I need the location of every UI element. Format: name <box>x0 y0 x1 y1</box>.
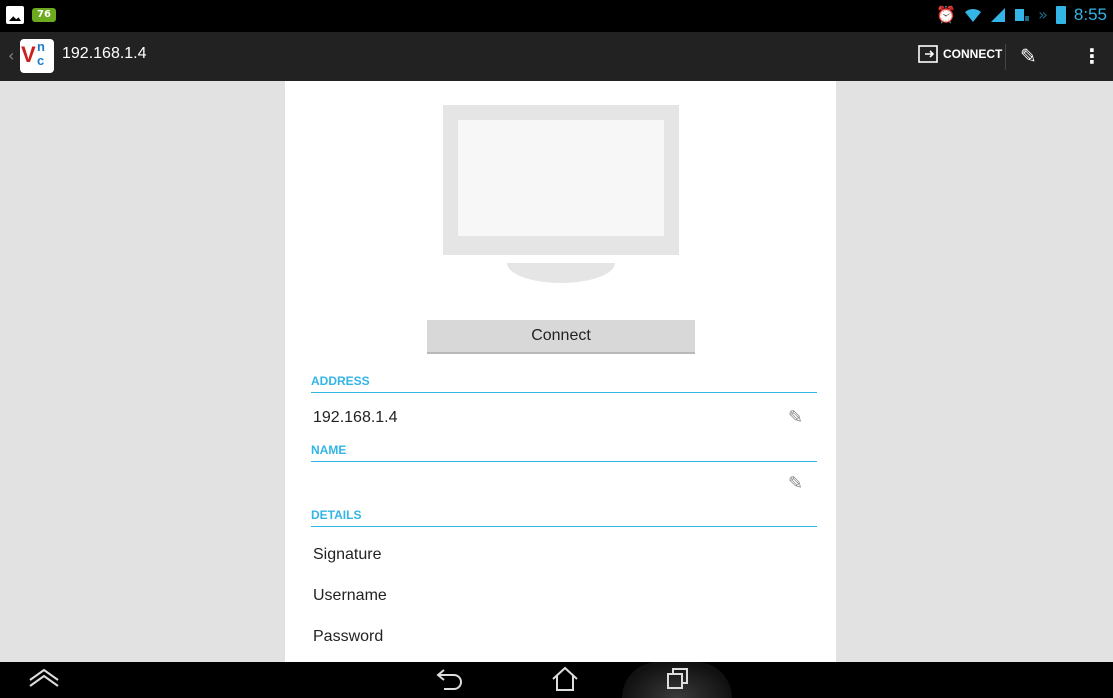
back-caret-icon[interactable]: ‹ <box>8 46 14 65</box>
image-icon <box>6 6 24 24</box>
clock: 8:55 <box>1073 5 1107 24</box>
action-bar-title: 192.168.1.4 <box>62 45 147 62</box>
notification-badge: 76 <box>32 8 56 22</box>
address-header: ADDRESS <box>311 374 817 393</box>
edit-pencil-icon[interactable]: ✎ <box>1020 44 1037 68</box>
detail-signature[interactable]: Signature <box>313 546 382 564</box>
alarm-icon: ⏰ <box>936 5 957 24</box>
action-bar: ‹ Vnc 192.168.1.4 CONNECT ✎ ⋮ <box>0 32 1113 81</box>
connect-button[interactable]: Connect <box>427 320 695 354</box>
monitor-stand <box>507 263 615 283</box>
chevron-right-icon: » <box>1038 5 1048 24</box>
edit-name-icon[interactable]: ✎ <box>788 473 803 494</box>
monitor-icon <box>443 105 679 255</box>
cast-connect-icon <box>918 45 938 63</box>
home-up-icon[interactable] <box>24 666 64 695</box>
detail-password[interactable]: Password <box>313 628 383 646</box>
back-icon[interactable] <box>430 666 470 697</box>
details-header: DETAILS <box>311 508 817 527</box>
status-bar: 76 ⏰ » 8:55 <box>0 0 1113 32</box>
home-icon[interactable] <box>545 665 585 698</box>
name-header: NAME <box>311 443 817 462</box>
data-icon <box>1015 9 1030 21</box>
detail-username[interactable]: Username <box>313 587 387 605</box>
connect-action-label: CONNECT <box>943 47 1003 61</box>
monitor-screen <box>458 120 664 236</box>
edit-address-icon[interactable]: ✎ <box>788 407 803 428</box>
signal-icon <box>991 8 1006 22</box>
recents-icon[interactable] <box>657 666 697 697</box>
connection-card: Connect ADDRESS 192.168.1.4 ✎ NAME ✎ DET… <box>285 81 836 662</box>
action-bar-divider <box>1005 44 1006 70</box>
name-field[interactable] <box>313 477 773 497</box>
overflow-menu-icon[interactable]: ⋮ <box>1082 44 1102 68</box>
wifi-icon <box>965 8 982 22</box>
address-field[interactable]: 192.168.1.4 <box>313 409 398 427</box>
connect-action-button[interactable]: CONNECT <box>917 44 1002 64</box>
vnc-logo[interactable]: Vnc <box>20 39 54 73</box>
battery-icon <box>1055 6 1066 24</box>
